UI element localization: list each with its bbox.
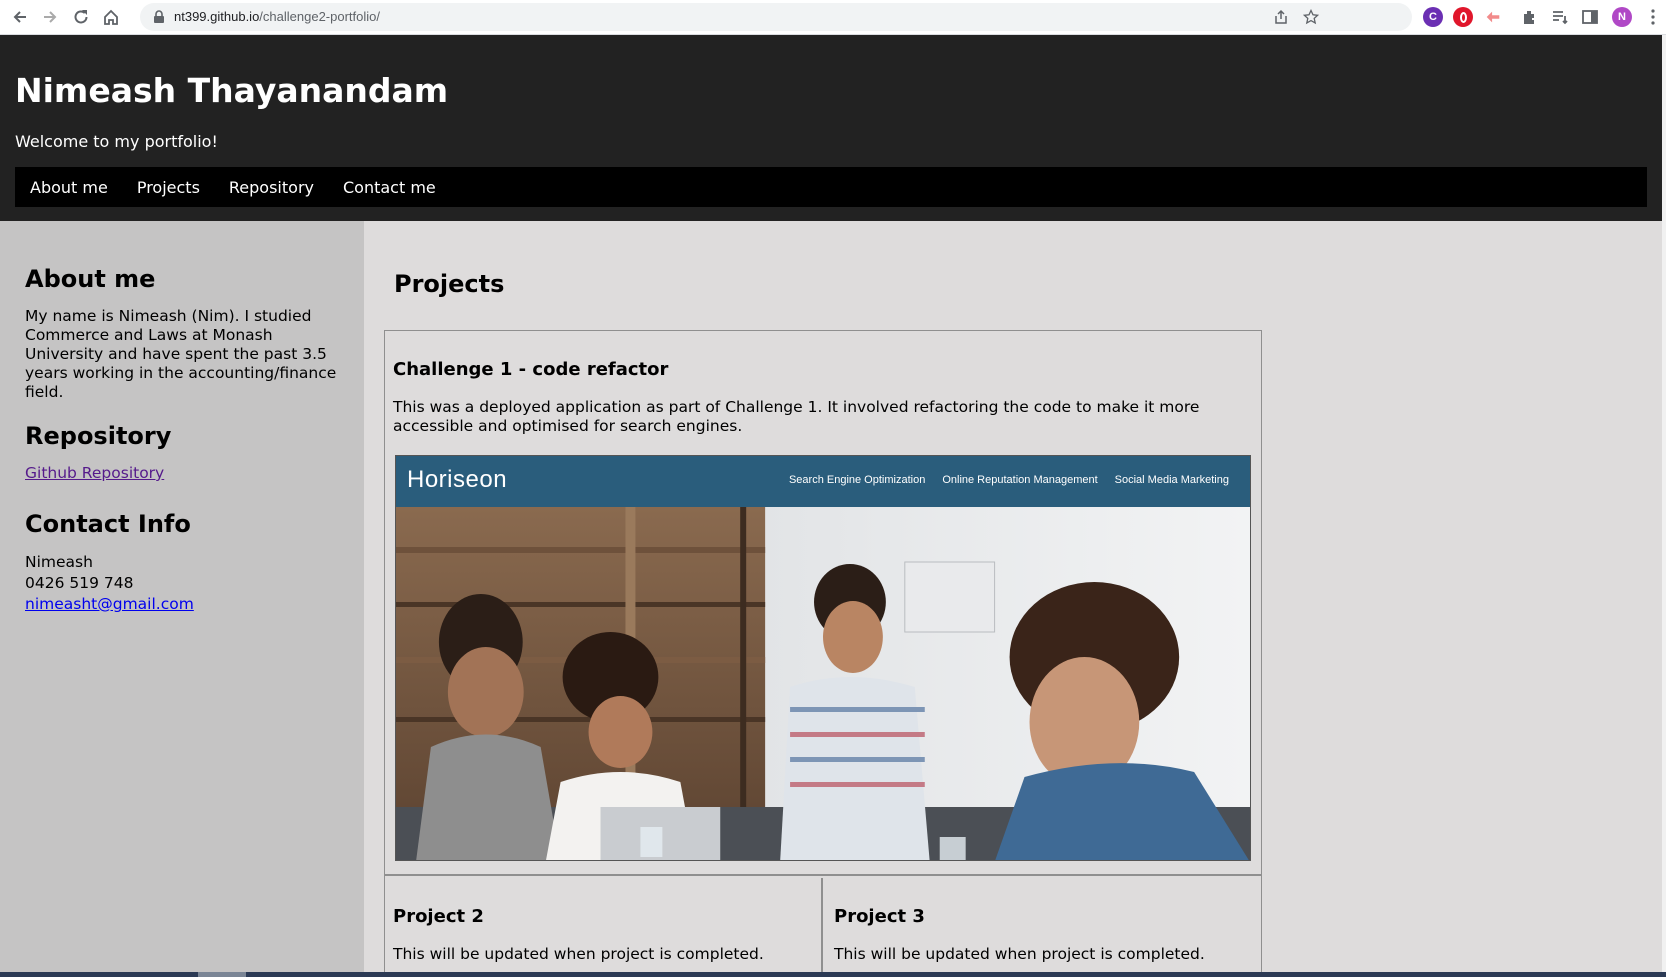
horiseon-nav-item: Online Reputation Management [942,474,1098,486]
share-icon[interactable] [1273,9,1289,25]
extension-c-icon[interactable]: C [1423,7,1443,27]
project-1-title: Challenge 1 - code refactor [393,359,669,380]
about-heading: About me [25,265,156,293]
horizontal-scroll-thumb[interactable] [198,972,246,977]
contact-name: Nimeash [25,553,93,571]
side-panel-icon[interactable] [1580,7,1600,27]
site-title: Nimeash Thayanandam [15,71,449,110]
project-card-challenge-1[interactable]: Challenge 1 - code refactor This was a d… [385,331,1261,876]
browser-menu-icon[interactable] [1646,7,1660,27]
opera-icon[interactable] [1453,7,1473,27]
project-1-description: This was a deployed application as part … [393,398,1200,435]
address-bar[interactable]: nt399.github.io/challenge2-portfolio/ [140,3,1412,31]
projects-grid: Challenge 1 - code refactor This was a d… [384,330,1262,977]
project-2-title: Project 2 [393,906,484,927]
contact-email-link[interactable]: nimeasht@gmail.com [25,595,194,613]
project-card-3[interactable]: Project 3 This will be updated when proj… [825,878,1263,977]
main-nav: About me Projects Repository Contact me [15,167,1647,207]
reload-icon[interactable] [69,5,93,29]
reading-list-icon[interactable] [1550,7,1570,27]
about-text: My name is Nimeash (Nim). I studied Comm… [25,307,337,401]
horiseon-nav: Search Engine Optimization Online Reputa… [789,474,1229,486]
vertical-scrollbar[interactable] [1662,35,1666,977]
extension-pink-icon[interactable] [1483,7,1503,27]
site-header: Nimeash Thayanandam Welcome to my portfo… [0,35,1662,221]
site-subtitle: Welcome to my portfolio! [15,132,218,151]
lock-icon [154,10,164,23]
project-1-screenshot[interactable]: Horiseon Search Engine Optimization Onli… [395,455,1251,861]
nav-repository[interactable]: Repository [229,178,314,197]
project-2-description: This will be updated when project is com… [393,945,764,963]
url-text: nt399.github.io/challenge2-portfolio/ [174,9,380,24]
project-3-title: Project 3 [834,906,925,927]
nav-about-me[interactable]: About me [30,178,108,197]
taskbar-strip [0,972,1666,977]
main-content: Projects Challenge 1 - code refactor Thi… [364,221,1662,977]
project-card-2[interactable]: Project 2 This will be updated when proj… [385,878,823,977]
back-arrow-icon[interactable] [8,5,32,29]
github-repository-link[interactable]: Github Repository [25,464,339,482]
horiseon-header-bar: Horiseon Search Engine Optimization Onli… [396,456,1250,507]
sidebar: About me My name is Nimeash (Nim). I stu… [0,221,364,977]
profile-avatar[interactable]: N [1612,7,1632,27]
projects-heading: Projects [394,270,505,298]
horiseon-logo: Horiseon [407,466,508,493]
forward-arrow-icon[interactable] [38,5,62,29]
repository-heading: Repository [25,422,172,450]
extensions-puzzle-icon[interactable] [1520,7,1540,27]
project-3-description: This will be updated when project is com… [834,945,1205,963]
horiseon-nav-item: Social Media Marketing [1114,474,1229,486]
home-icon[interactable] [99,5,123,29]
bookmark-star-icon[interactable] [1303,9,1319,25]
team-meeting-photo [396,507,1250,860]
horiseon-nav-item: Search Engine Optimization [788,474,926,486]
contact-phone: 0426 519 748 [25,574,134,592]
nav-projects[interactable]: Projects [137,178,200,197]
contact-heading: Contact Info [25,510,191,538]
browser-toolbar: nt399.github.io/challenge2-portfolio/ C … [0,0,1666,35]
nav-contact-me[interactable]: Contact me [343,178,436,197]
